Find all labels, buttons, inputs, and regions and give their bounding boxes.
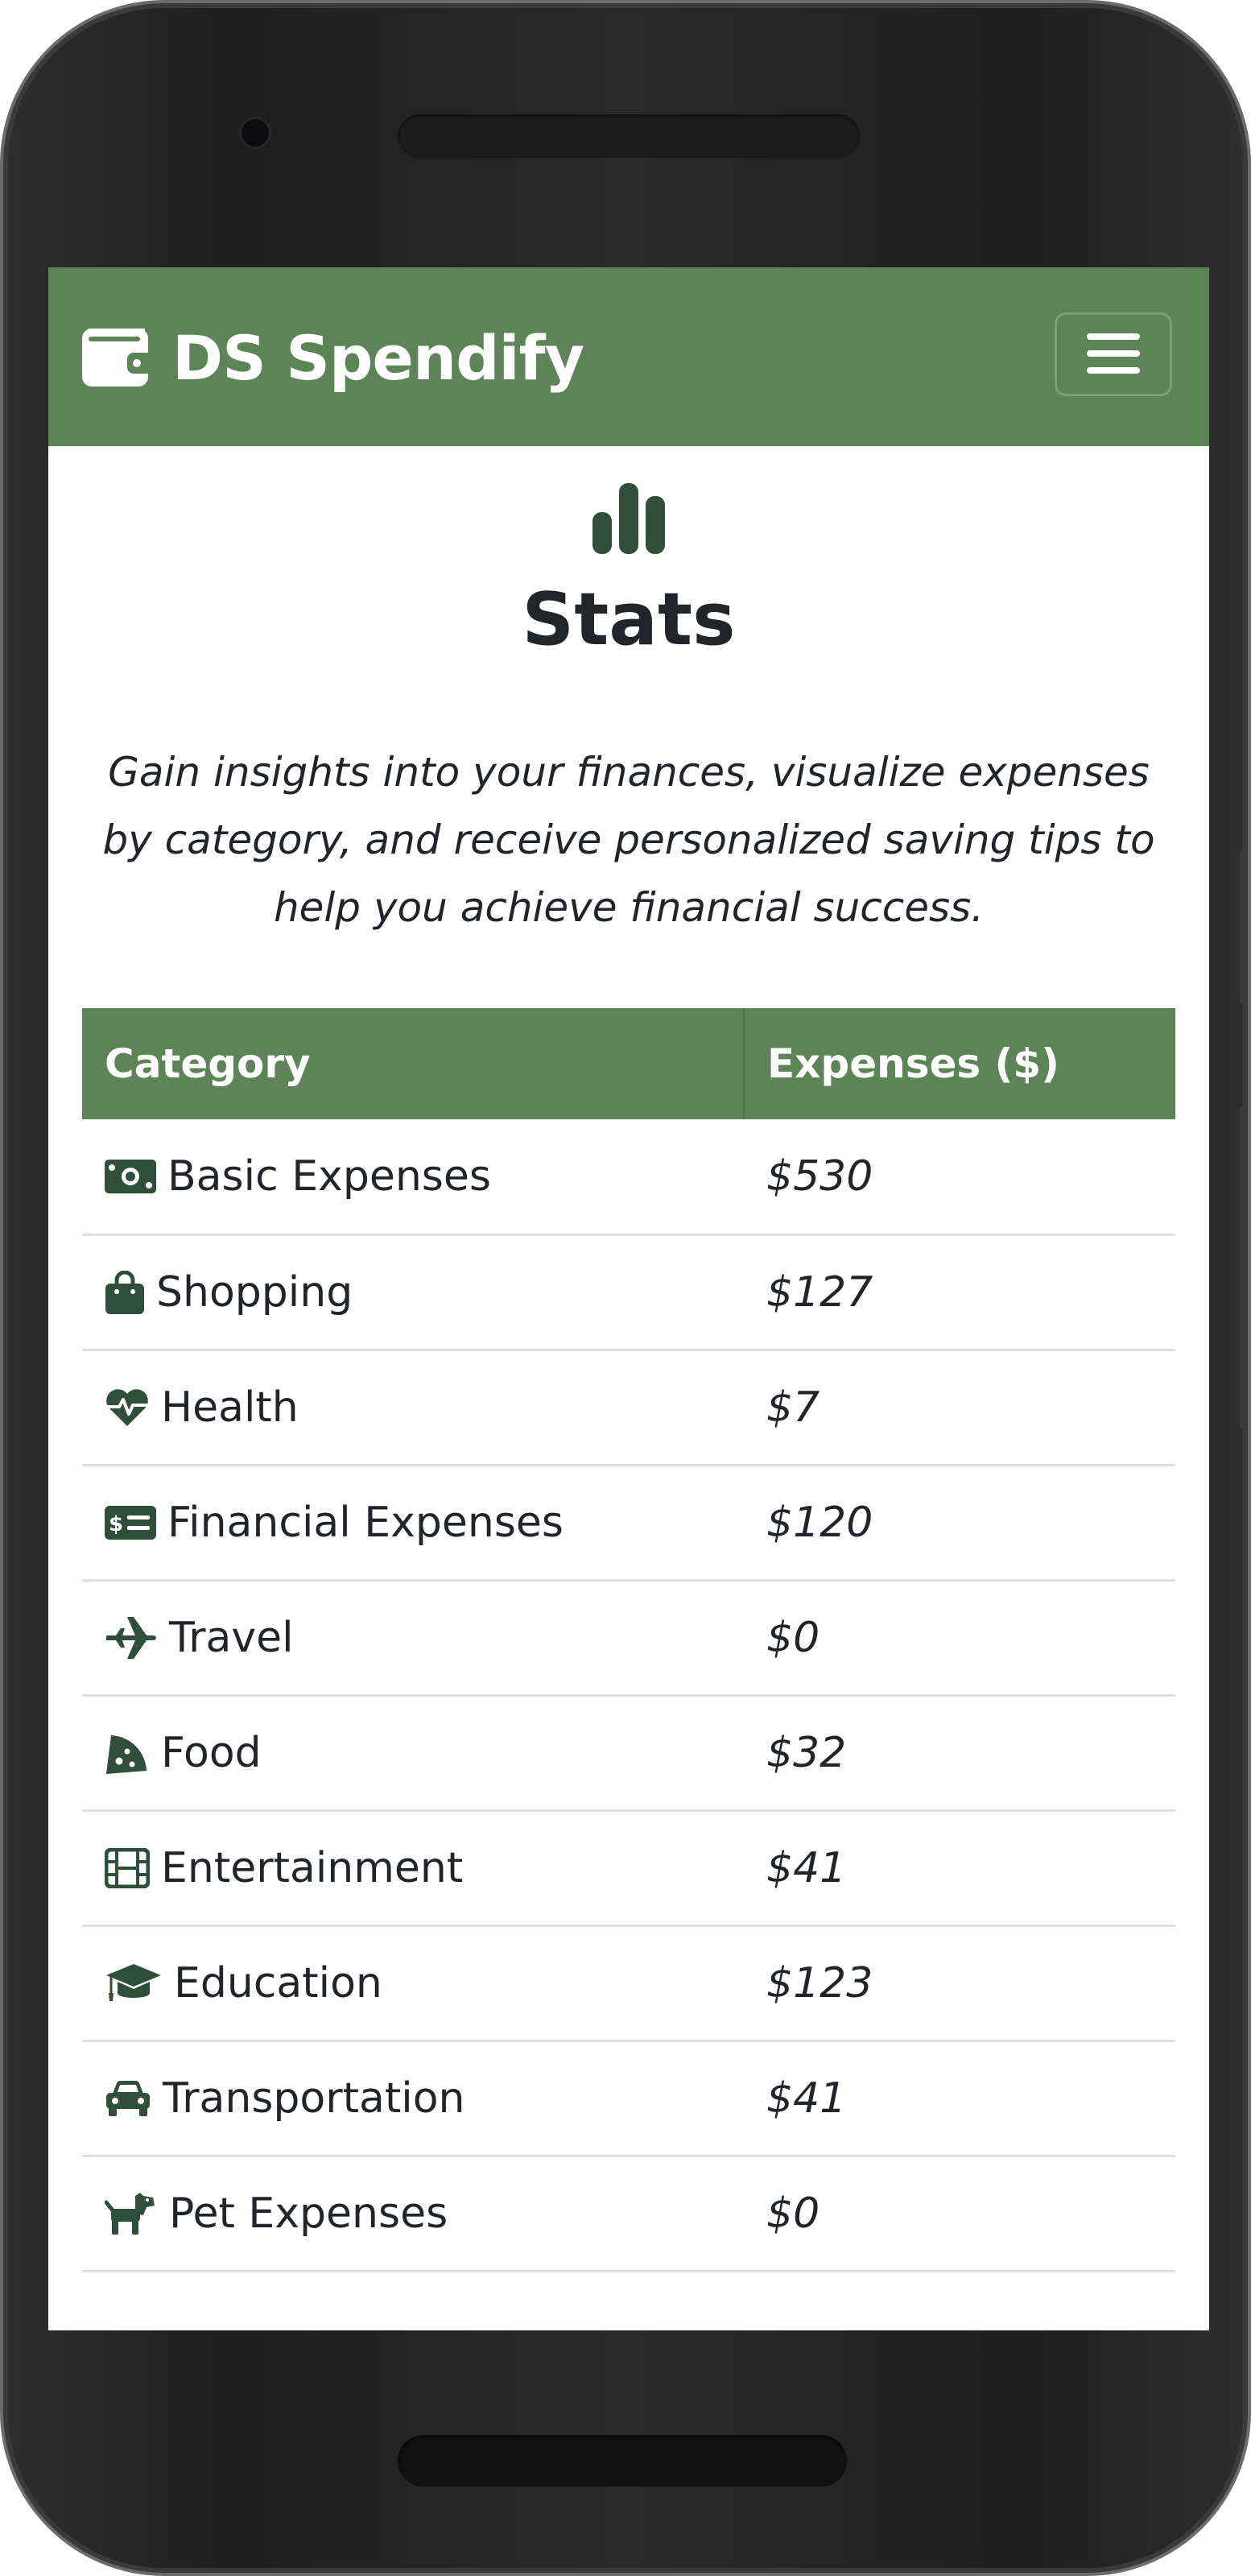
- car-icon: [105, 2079, 151, 2118]
- table-row: Pet Expenses $0: [82, 2156, 1175, 2272]
- amount-cell: $41: [744, 2041, 1175, 2157]
- category-label: Travel: [169, 1613, 294, 1662]
- header-category: Category: [82, 1008, 745, 1119]
- category-label: Pet Expenses: [169, 2189, 448, 2238]
- bar-chart-icon: [592, 483, 665, 557]
- amount-cell: $32: [744, 1695, 1175, 1812]
- wallet-icon: [81, 325, 153, 390]
- table-row: Entertainment $41: [82, 1810, 1175, 1927]
- menu-toggle-button[interactable]: [1055, 312, 1172, 396]
- earpiece-speaker: [398, 114, 860, 158]
- money-bill-icon: [105, 1158, 156, 1195]
- category-label: Entertainment: [161, 1843, 464, 1892]
- category-cell: Shopping: [82, 1234, 744, 1351]
- expenses-table: Category Expenses ($) Basic Expenses $53…: [82, 1008, 1175, 2272]
- category-label: Basic Expenses: [167, 1152, 491, 1201]
- amount-cell: $127: [744, 1234, 1175, 1351]
- table-row: Travel $0: [82, 1580, 1175, 1697]
- pizza-slice-icon: [105, 1730, 150, 1776]
- side-button-lower: [1240, 1106, 1248, 1429]
- category-label: Financial Expenses: [167, 1498, 564, 1547]
- amount-cell: $123: [744, 1925, 1175, 2042]
- category-cell: Travel: [82, 1580, 744, 1697]
- film-icon: [105, 1847, 150, 1888]
- category-cell: Entertainment: [82, 1810, 744, 1927]
- table-row: Health $7: [82, 1350, 1175, 1466]
- table-row: Basic Expenses $530: [82, 1119, 1175, 1236]
- table-row: Education $123: [82, 1925, 1175, 2042]
- amount-cell: $530: [744, 1119, 1175, 1236]
- brand-name: DS Spendify: [172, 321, 584, 394]
- dog-icon: [105, 2191, 158, 2236]
- category-cell: Transportation: [82, 2041, 744, 2157]
- table-header-row: Category Expenses ($): [82, 1008, 1175, 1119]
- phone-frame: DS Spendify Stats Gain insights into you…: [3, 3, 1248, 2573]
- category-cell: Basic Expenses: [82, 1119, 744, 1236]
- amount-cell: $41: [744, 1810, 1175, 1927]
- home-button[interactable]: [398, 2435, 847, 2487]
- app-screen: DS Spendify Stats Gain insights into you…: [48, 267, 1209, 2330]
- hamburger-menu-icon: [1087, 332, 1140, 378]
- table-row: $ Financial Expenses $120: [82, 1465, 1175, 1582]
- category-label: Food: [161, 1728, 262, 1777]
- category-cell: Health: [82, 1350, 744, 1466]
- page-intro: Gain insights into your finances, visual…: [102, 749, 1155, 931]
- brand-link[interactable]: DS Spendify: [81, 319, 584, 396]
- header-expenses: Expenses ($): [744, 1008, 1175, 1119]
- shopping-bag-icon: [105, 1270, 145, 1314]
- amount-cell: $0: [744, 1580, 1175, 1697]
- money-check-icon: $: [105, 1505, 156, 1540]
- category-label: Transportation: [163, 2074, 465, 2123]
- plane-icon: [105, 1615, 158, 1660]
- heart-pulse-icon: [105, 1387, 150, 1428]
- table-row: Shopping $127: [82, 1234, 1175, 1351]
- category-label: Shopping: [156, 1267, 353, 1317]
- amount-cell: $7: [744, 1350, 1175, 1466]
- amount-cell: $120: [744, 1465, 1175, 1582]
- category-cell: $ Financial Expenses: [82, 1465, 744, 1582]
- svg-text:$: $: [109, 1512, 123, 1536]
- amount-cell: $0: [744, 2156, 1175, 2272]
- category-cell: Pet Expenses: [82, 2156, 744, 2272]
- category-label: Health: [161, 1383, 299, 1432]
- table-row: Transportation $41: [82, 2041, 1175, 2157]
- category-label: Education: [174, 1958, 382, 2007]
- top-navbar: DS Spendify: [48, 267, 1209, 446]
- table-row: Food $32: [82, 1695, 1175, 1812]
- category-cell: Food: [82, 1695, 744, 1812]
- page-title: Stats: [522, 577, 736, 662]
- side-button-upper: [1240, 850, 1248, 1003]
- category-cell: Education: [82, 1925, 744, 2042]
- graduation-cap-icon: [105, 1962, 163, 2004]
- front-camera: [242, 119, 269, 147]
